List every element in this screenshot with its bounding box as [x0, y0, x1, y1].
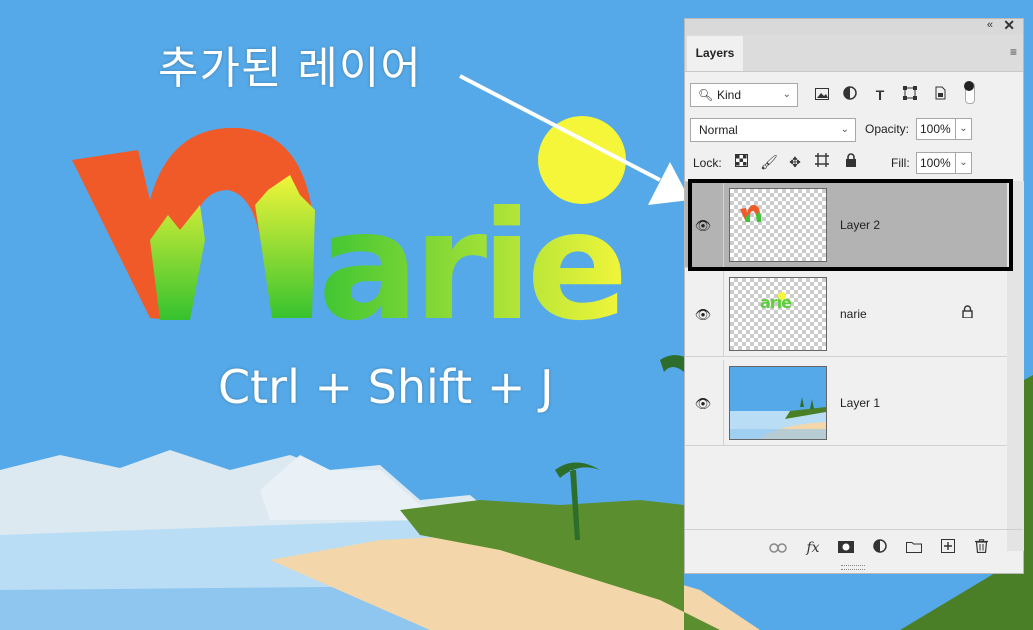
chevron-down-icon[interactable]: ⌄ — [956, 118, 972, 140]
added-layer-caption: 추가된 레이어 — [158, 43, 422, 94]
panel-tab-bar: Layers ≡ — [685, 35, 1023, 72]
panel-bottom-toolbar: fx — [685, 529, 1023, 566]
eye-column-divider — [723, 271, 724, 356]
image-filter-icon[interactable] — [811, 83, 833, 107]
shape-filter-icon[interactable] — [899, 83, 921, 107]
lock-icon — [962, 305, 973, 321]
eye-icon[interactable]: 👁︎ — [691, 218, 715, 233]
lock-transparent-icon[interactable] — [731, 152, 751, 172]
panel-title-bar: « ✕ — [685, 17, 1023, 35]
eye-column-divider — [723, 360, 724, 445]
close-icon[interactable]: ✕ — [1003, 17, 1015, 34]
kind-filter-label: Kind — [717, 88, 742, 102]
shortcut-caption: Ctrl + Shift + J — [218, 360, 554, 414]
link-icon[interactable] — [767, 538, 789, 558]
chevron-down-icon: ⌄ — [782, 89, 791, 100]
layer-list: 👁︎ Layer 2 👁︎ arie narie 👁︎ Layer 1 — [685, 181, 1007, 450]
opacity-label: Opacity: — [865, 122, 910, 136]
fill-label: Fill: — [891, 156, 910, 170]
lock-position-icon[interactable]: ✥ — [785, 152, 805, 172]
svg-text:arie: arie — [760, 293, 792, 312]
layer-thumbnail: arie — [729, 277, 827, 351]
eye-icon[interactable]: 👁︎ — [691, 396, 715, 411]
layer-row-layer-1[interactable]: 👁︎ Layer 1 — [685, 360, 1007, 446]
fill-input[interactable]: 100% — [916, 152, 956, 174]
lock-all-icon[interactable] — [841, 152, 861, 172]
layer-thumbnail — [729, 366, 827, 440]
mask-icon[interactable] — [835, 538, 857, 558]
chevron-down-icon: ⌄ — [840, 124, 849, 135]
tab-layers[interactable]: Layers — [687, 36, 743, 71]
filter-toggle[interactable] — [964, 81, 975, 104]
layers-panel: « ✕ Layers ≡ 🔍︎ Kind ⌄ T Normal ⌄ Opacit… — [684, 17, 1024, 574]
eye-column-divider — [723, 182, 724, 267]
lock-label: Lock: — [693, 156, 722, 170]
trash-icon[interactable] — [970, 538, 992, 558]
lock-image-icon[interactable]: 🖌︎ — [759, 152, 779, 172]
kind-filter-dropdown[interactable]: 🔍︎ Kind ⌄ — [690, 83, 798, 107]
adjustment-filter-icon[interactable] — [839, 83, 861, 107]
blend-mode-dropdown[interactable]: Normal ⌄ — [690, 118, 856, 142]
layer-thumbnail — [729, 188, 827, 262]
eye-icon[interactable]: 👁︎ — [691, 307, 715, 322]
type-filter-icon[interactable]: T — [869, 83, 891, 107]
hamburger-icon[interactable]: ≡ — [1010, 45, 1017, 59]
layer-list-scrollbar[interactable] — [1007, 181, 1024, 551]
layer-name[interactable]: Layer 2 — [840, 218, 880, 232]
adjustment-layer-icon[interactable] — [869, 538, 891, 558]
opacity-input[interactable]: 100% — [916, 118, 956, 140]
fx-icon[interactable]: fx — [802, 538, 824, 558]
chevron-down-icon[interactable]: ⌄ — [956, 152, 972, 174]
layer-row-layer-2[interactable]: 👁︎ Layer 2 — [685, 182, 1007, 268]
layer-name[interactable]: narie — [840, 307, 867, 321]
layer-row-narie[interactable]: 👁︎ arie narie — [685, 271, 1007, 357]
resize-grip[interactable] — [841, 565, 865, 570]
folder-icon[interactable] — [903, 538, 925, 558]
search-icon: 🔍︎ — [698, 88, 714, 102]
logo-arie: arie — [318, 180, 622, 354]
lock-artboard-icon[interactable] — [812, 152, 832, 172]
layer-name[interactable]: Layer 1 — [840, 396, 880, 410]
new-layer-icon[interactable] — [937, 538, 959, 558]
double-chevron-icon[interactable]: « — [987, 19, 993, 31]
smart-object-filter-icon[interactable] — [929, 83, 951, 107]
blend-mode-value: Normal — [699, 123, 738, 137]
